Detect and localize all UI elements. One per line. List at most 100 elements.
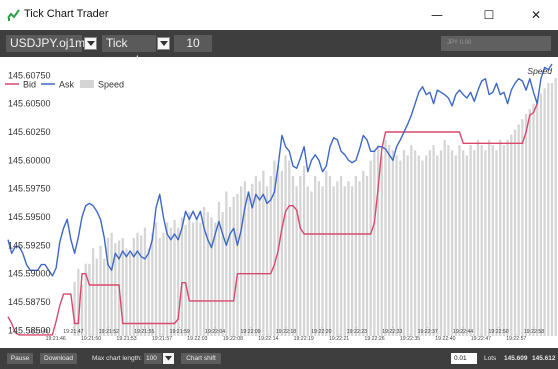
speed-bar (362, 170, 365, 336)
speed-bar (354, 176, 358, 336)
speed-bar (506, 139, 509, 336)
tick-chart[interactable]: 145.60750 145.60500 145.60250 145.60000 145.… (0, 58, 558, 348)
pause-button[interactable]: Pause (7, 353, 33, 364)
speed-bar (521, 119, 524, 336)
speed-bar (358, 181, 361, 336)
x-tick-label: 19:21:50 (81, 336, 101, 342)
y-tick-label: 145.60000 (8, 155, 51, 165)
x-tick-label: 19:22:44 (453, 329, 473, 335)
x-tick-label: 19:22:03 (187, 336, 207, 342)
x-tick-label: 19:22:23 (347, 329, 367, 335)
bid-price-readout: 145.609 (504, 355, 528, 362)
speed-bar (554, 78, 557, 336)
maximize-button[interactable]: ☐ (467, 3, 511, 27)
symbol-select[interactable]: USDJPY.oj1m (6, 35, 85, 52)
speed-bar (199, 222, 202, 336)
speed-bar (310, 191, 313, 336)
speed-bar (421, 160, 424, 336)
speed-bar (158, 237, 161, 336)
speed-bar (169, 227, 172, 336)
speed-bar (543, 88, 546, 336)
speed-bar (499, 139, 502, 336)
chart-mode-select[interactable]: Tick speed (102, 35, 156, 67)
speed-bar (103, 258, 106, 336)
speed-bar (195, 217, 198, 336)
speed-bar (232, 196, 235, 336)
y-tick-label: 145.59750 (8, 184, 51, 194)
speed-bar (228, 207, 232, 336)
y-tick-label: 145.58750 (8, 297, 51, 307)
y-tick-label: 145.59500 (8, 212, 51, 222)
speed-bar (143, 227, 147, 336)
symbol-dropdown-arrow-icon[interactable] (84, 37, 97, 50)
tick-speed-input[interactable]: 10 (174, 35, 212, 52)
close-button[interactable]: ✕ (514, 3, 558, 27)
speed-bar (428, 150, 432, 336)
speed-bar (236, 194, 239, 336)
x-tick-label: 19:22:47 (471, 336, 491, 342)
lots-input[interactable]: 0.01 (451, 353, 477, 364)
x-tick-label: 19:21:57 (152, 336, 172, 342)
speed-bar (462, 150, 465, 336)
x-tick-label: 19:22:58 (524, 329, 544, 335)
speed-bar (284, 155, 287, 336)
legend-label: Bid (23, 80, 36, 90)
speed-bar (432, 145, 435, 336)
speed-bar (191, 222, 195, 336)
x-tick-label: 19:21:47 (63, 329, 83, 335)
speed-bar (73, 281, 76, 336)
speed-bar (395, 155, 398, 336)
x-tick-label: 19:22:50 (488, 329, 508, 335)
toolbar: USDJPY.oj1m Tick speed 10 JPY 0.00 (0, 30, 558, 67)
x-tick-label: 19:22:20 (311, 329, 331, 335)
app-logo-icon (7, 9, 20, 21)
download-button[interactable]: Download (40, 353, 77, 364)
y-tick-label: 145.60500 (8, 99, 51, 109)
speed-bar (480, 145, 483, 336)
speed-bar (106, 237, 110, 336)
speed-bar (214, 222, 217, 336)
speed-bar (380, 155, 383, 336)
speed-bar (347, 181, 350, 336)
minimize-button[interactable]: — (415, 3, 459, 27)
chart-shift-button[interactable]: Chart shift (181, 353, 221, 364)
speed-bar (339, 176, 343, 336)
speed-bar (495, 150, 498, 336)
speed-bar (391, 150, 395, 336)
speed-bar (332, 186, 335, 336)
speed-bar (328, 176, 332, 336)
speed-bar (369, 160, 372, 336)
speed-bar (173, 219, 176, 336)
x-tick-label: 19:21:46 (46, 336, 66, 342)
x-tick-label: 19:22:18 (276, 329, 296, 335)
speed-bar (306, 186, 309, 336)
y-tick-label: 145.60250 (8, 127, 51, 137)
speed-bar (465, 155, 469, 336)
speed-bar (265, 186, 269, 336)
speed-bar (180, 217, 184, 336)
max-chart-length-select[interactable]: 100 (144, 353, 162, 364)
x-tick-label: 19:21:52 (99, 329, 119, 335)
x-tick-label: 19:22:08 (223, 336, 243, 342)
speed-bar (417, 155, 420, 336)
speed-bar (487, 139, 491, 336)
speed-bar (510, 134, 513, 336)
max-length-dropdown-arrow-icon[interactable] (163, 353, 174, 364)
speed-bar (343, 186, 346, 336)
speed-bar (140, 235, 143, 336)
speed-bar (413, 150, 417, 336)
speed-bar (88, 263, 91, 336)
x-tick-label: 19:22:14 (258, 336, 278, 342)
y-tick-label: 145.59000 (8, 269, 51, 279)
speed-bar (77, 268, 80, 336)
x-tick-label: 19:22:37 (418, 329, 438, 335)
speed-bar (288, 160, 291, 336)
speed-bar (536, 98, 539, 336)
x-tick-label: 19:21:55 (134, 329, 154, 335)
x-tick-label: 19:21:43 (28, 329, 48, 335)
x-tick-label: 19:22:40 (435, 336, 455, 342)
mode-dropdown-arrow-icon[interactable] (157, 37, 170, 50)
speed-bar (399, 160, 402, 336)
speed-bar (136, 232, 139, 336)
speed-bar (550, 83, 554, 336)
